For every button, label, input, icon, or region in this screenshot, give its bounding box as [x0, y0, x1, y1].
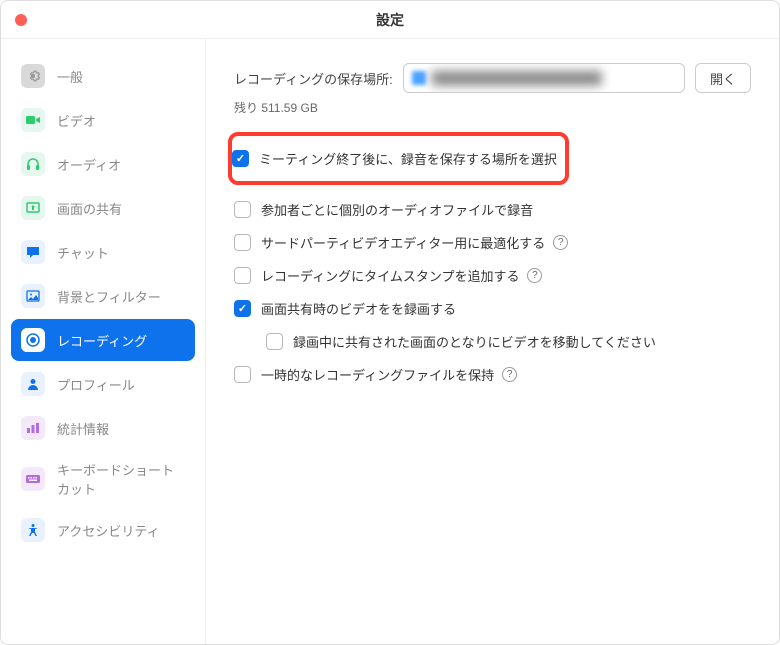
- close-window-button[interactable]: [15, 14, 27, 26]
- location-label: レコーディングの保存場所:: [234, 69, 393, 88]
- sidebar-item-label: 一般: [57, 67, 83, 86]
- checkbox-record-video[interactable]: ✓: [234, 300, 251, 317]
- stats-icon: [21, 416, 45, 440]
- sidebar-item-label: 画面の共有: [57, 199, 122, 218]
- help-icon[interactable]: ?: [502, 367, 517, 382]
- folder-icon: [412, 71, 426, 85]
- checkbox-keep-temp[interactable]: [234, 366, 251, 383]
- remaining-space: 残り 511.59 GB: [234, 99, 751, 116]
- sidebar-item-label: キーボードショートカット: [57, 460, 185, 498]
- sidebar-item-share-screen[interactable]: 画面の共有: [11, 187, 195, 229]
- traffic-lights: [15, 14, 27, 26]
- checkbox-optimize-editor[interactable]: [234, 234, 251, 251]
- checkbox-separate-audio-row: 参加者ごとに個別のオーディオファイルで録音: [234, 193, 751, 226]
- location-row: レコーディングの保存場所: ████████████████████ 開く: [234, 63, 751, 93]
- video-icon: [21, 108, 45, 132]
- checkbox-move-video[interactable]: [266, 333, 283, 350]
- sidebar-item-statistics[interactable]: 統計情報: [11, 407, 195, 449]
- sidebar-item-recording[interactable]: レコーディング: [11, 319, 195, 361]
- highlight-annotation: ✓ ミーティング終了後に、録音を保存する場所を選択: [228, 132, 569, 185]
- open-button[interactable]: 開く: [695, 63, 751, 93]
- window-title: 設定: [376, 10, 404, 30]
- checkbox-separate-audio[interactable]: [234, 201, 251, 218]
- sidebar: 一般 ビデオ オーディオ 画面の共有 チャット 背景とフィルター レコーディング…: [1, 39, 206, 644]
- checkbox-record-video-row: ✓ 画面共有時のビデオをを録画する: [234, 292, 751, 325]
- checkbox-label: サードパーティビデオエディター用に最適化する: [261, 233, 545, 252]
- checkbox-choose-location-row: ✓ ミーティング終了後に、録音を保存する場所を選択: [232, 142, 557, 175]
- sidebar-item-keyboard[interactable]: キーボードショートカット: [11, 451, 195, 507]
- sidebar-item-audio[interactable]: オーディオ: [11, 143, 195, 185]
- window-body: 一般 ビデオ オーディオ 画面の共有 チャット 背景とフィルター レコーディング…: [1, 39, 779, 644]
- sidebar-item-label: オーディオ: [57, 155, 121, 174]
- checkmark-icon: ✓: [238, 302, 247, 315]
- location-path-field[interactable]: ████████████████████: [403, 63, 685, 93]
- checkbox-label: レコーディングにタイムスタンプを追加する: [261, 266, 519, 285]
- sidebar-item-profile[interactable]: プロフィール: [11, 363, 195, 405]
- titlebar: 設定: [1, 1, 779, 39]
- headphones-icon: [21, 152, 45, 176]
- person-icon: [21, 372, 45, 396]
- record-icon: [21, 328, 45, 352]
- sidebar-item-label: アクセシビリティ: [57, 521, 160, 540]
- sidebar-item-accessibility[interactable]: アクセシビリティ: [11, 509, 195, 551]
- sidebar-item-label: レコーディング: [57, 331, 147, 350]
- sidebar-item-label: ビデオ: [57, 111, 96, 130]
- checkbox-label: 参加者ごとに個別のオーディオファイルで録音: [261, 200, 533, 219]
- checkbox-label: 一時的なレコーディングファイルを保持: [261, 365, 494, 384]
- checkbox-timestamp-row: レコーディングにタイムスタンプを追加する ?: [234, 259, 751, 292]
- checkbox-choose-location[interactable]: ✓: [232, 150, 249, 167]
- sidebar-item-label: 背景とフィルター: [57, 287, 161, 306]
- checkbox-label: 画面共有時のビデオをを録画する: [261, 299, 456, 318]
- gear-icon: [21, 64, 45, 88]
- options-list: ✓ ミーティング終了後に、録音を保存する場所を選択 参加者ごとに個別のオーディオ…: [234, 132, 751, 391]
- checkbox-move-video-row: 録画中に共有された画面のとなりにビデオを移動してください: [234, 325, 751, 358]
- sidebar-item-chat[interactable]: チャット: [11, 231, 195, 273]
- sidebar-item-label: 統計情報: [57, 419, 109, 438]
- checkmark-icon: ✓: [236, 152, 245, 165]
- keyboard-icon: [21, 467, 45, 491]
- share-icon: [21, 196, 45, 220]
- sidebar-item-video[interactable]: ビデオ: [11, 99, 195, 141]
- checkbox-keep-temp-row: 一時的なレコーディングファイルを保持 ?: [234, 358, 751, 391]
- checkbox-optimize-editor-row: サードパーティビデオエディター用に最適化する ?: [234, 226, 751, 259]
- sidebar-item-general[interactable]: 一般: [11, 55, 195, 97]
- checkbox-label: 録画中に共有された画面のとなりにビデオを移動してください: [293, 332, 656, 351]
- checkbox-timestamp[interactable]: [234, 267, 251, 284]
- accessibility-icon: [21, 518, 45, 542]
- checkbox-label: ミーティング終了後に、録音を保存する場所を選択: [259, 149, 557, 168]
- sidebar-item-label: チャット: [57, 243, 109, 262]
- settings-window: 設定 一般 ビデオ オーディオ 画面の共有 チャット 背景とフィルター レコーデ…: [0, 0, 780, 645]
- sidebar-item-background[interactable]: 背景とフィルター: [11, 275, 195, 317]
- sidebar-item-label: プロフィール: [57, 375, 135, 394]
- image-icon: [21, 284, 45, 308]
- location-path-value: ████████████████████: [432, 71, 602, 85]
- help-icon[interactable]: ?: [527, 268, 542, 283]
- chat-icon: [21, 240, 45, 264]
- help-icon[interactable]: ?: [553, 235, 568, 250]
- content-area: レコーディングの保存場所: ████████████████████ 開く 残り…: [206, 39, 779, 644]
